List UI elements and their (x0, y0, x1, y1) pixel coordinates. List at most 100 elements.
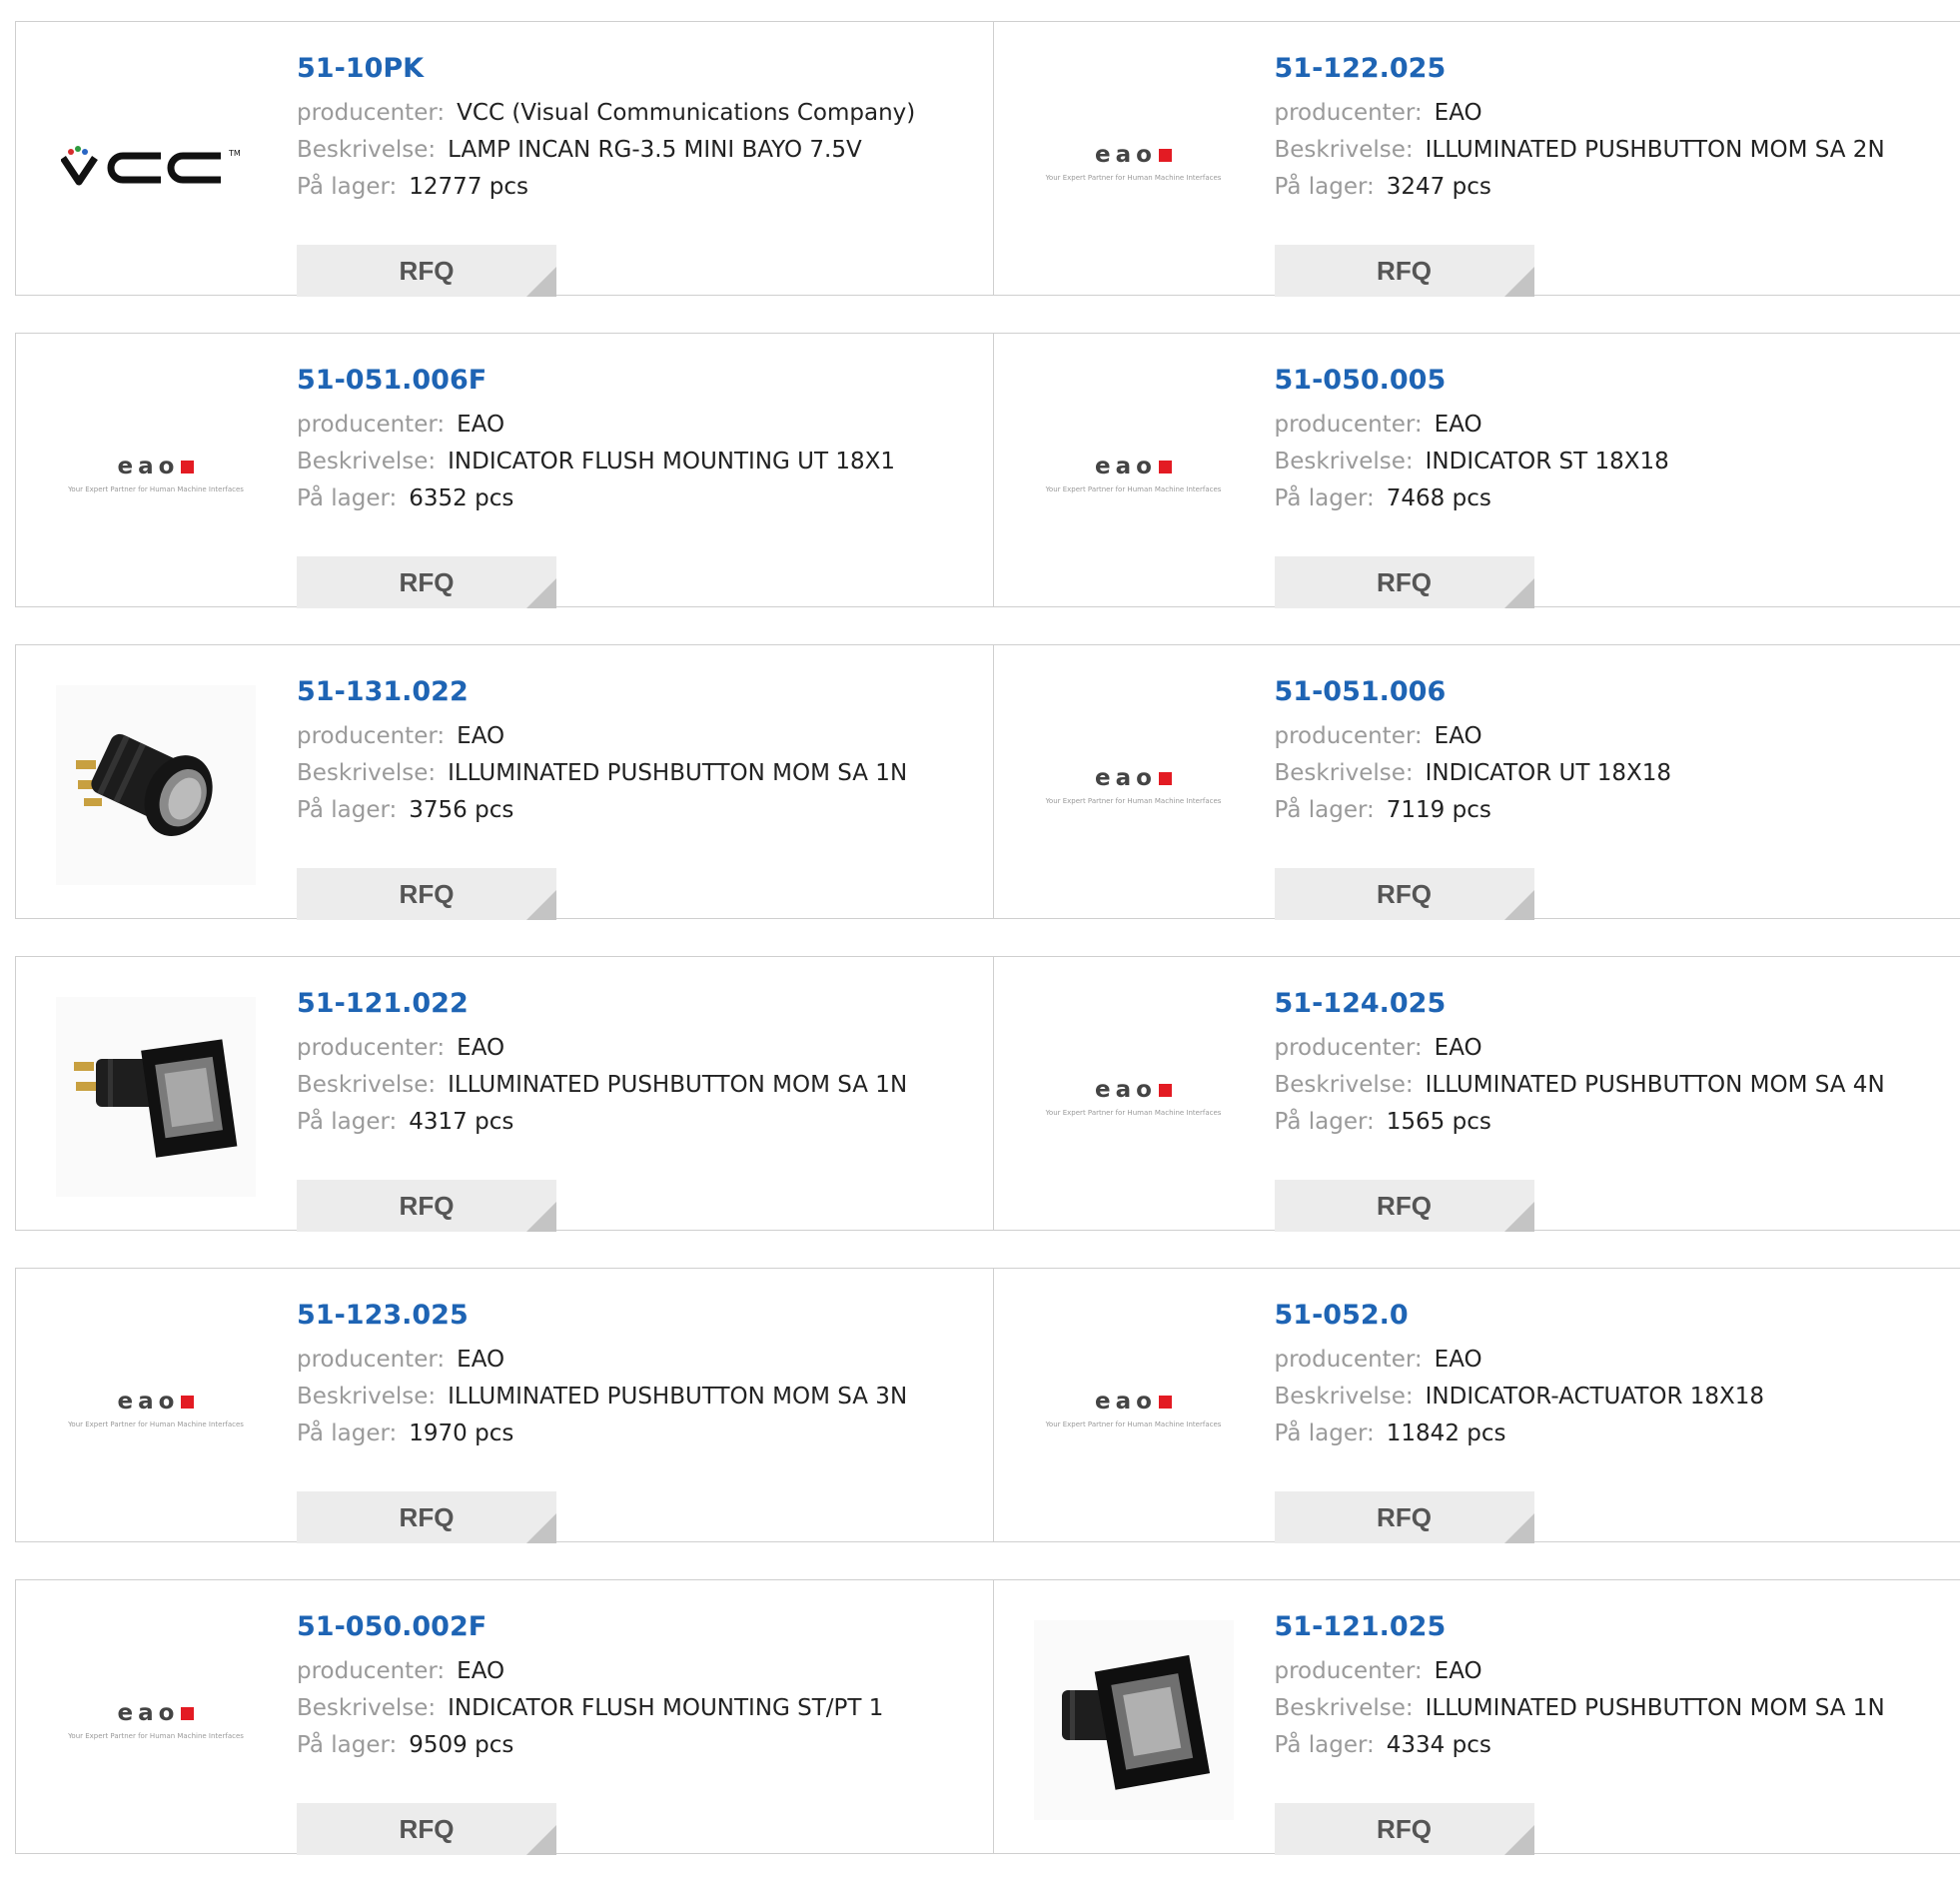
description-value: INDICATOR FLUSH MOUNTING UT 18X1 (448, 449, 895, 474)
product-image[interactable]: eaoYour Expert Partner for Human Machine… (1034, 997, 1234, 1197)
rfq-button[interactable]: RFQ (1275, 1803, 1534, 1855)
stock-row: På lager:3247 pcs (1275, 169, 1960, 206)
corner-fold-icon (1504, 267, 1534, 297)
rfq-button[interactable]: RFQ (1275, 868, 1534, 920)
product-row: eaoYour Expert Partner for Human Machine… (15, 1579, 1960, 1854)
part-number-link[interactable]: 51-123.025 (297, 1299, 993, 1333)
product-card: eaoYour Expert Partner for Human Machine… (993, 1269, 1960, 1541)
part-number-link[interactable]: 51-051.006F (297, 364, 993, 398)
part-number-link[interactable]: 51-131.022 (297, 675, 993, 709)
part-number-link[interactable]: 51-050.002F (297, 1610, 993, 1644)
manufacturer-row: producenter:EAO (297, 1342, 993, 1379)
square-pushbutton-front-photo (1034, 1620, 1234, 1820)
product-image[interactable]: eaoYour Expert Partner for Human Machine… (1034, 374, 1234, 573)
eao-logo-word: eao (1095, 454, 1157, 479)
rfq-button[interactable]: RFQ (297, 868, 556, 920)
eao-red-square-icon (1159, 772, 1172, 785)
manufacturer-row: producenter:EAO (1275, 1653, 1960, 1690)
rfq-label: RFQ (1377, 1502, 1432, 1532)
rfq-button[interactable]: RFQ (1275, 556, 1534, 608)
product-card: eaoYour Expert Partner for Human Machine… (16, 1269, 993, 1541)
manufacturer-value: EAO (1435, 100, 1482, 126)
rfq-label: RFQ (1377, 879, 1432, 909)
eao-logo: eaoYour Expert Partner for Human Machine… (68, 454, 244, 493)
part-number-link[interactable]: 51-050.005 (1275, 364, 1960, 398)
manufacturer-row: producenter:VCC (Visual Communications C… (297, 95, 993, 132)
product-info: 51-124.025 producenter:EAO Beskrivelse:I… (1275, 987, 1960, 1141)
rfq-label: RFQ (400, 1191, 455, 1221)
description-value: INDICATOR ST 18X18 (1426, 449, 1669, 474)
stock-label: På lager: (1275, 797, 1375, 823)
rfq-button[interactable]: RFQ (297, 245, 556, 297)
stock-value: 9509 pcs (409, 1732, 513, 1758)
part-number-link[interactable]: 51-121.022 (297, 987, 993, 1021)
product-image[interactable]: eaoYour Expert Partner for Human Machine… (56, 374, 256, 573)
product-card: eao Your Expert Partner for Human Machine… (993, 645, 1960, 918)
stock-row: På lager:9509 pcs (297, 1727, 993, 1764)
square-pushbutton-photo (56, 997, 256, 1197)
stock-value: 12777 pcs (409, 174, 528, 200)
stock-row: På lager:1970 pcs (297, 1416, 993, 1452)
rfq-button[interactable]: RFQ (297, 1180, 556, 1232)
stock-value: 6352 pcs (409, 485, 513, 511)
stock-row: På lager:1565 pcs (1275, 1104, 1960, 1141)
part-number-link[interactable]: 51-051.006 (1275, 675, 1960, 709)
product-card: eaoYour Expert Partner for Human Machine… (16, 334, 993, 606)
description-label: Beskrivelse: (1275, 137, 1414, 163)
manufacturer-row: producenter:EAO (297, 407, 993, 444)
product-card: eaoYour Expert Partner for Human Machine… (16, 1580, 993, 1853)
round-pushbutton-photo (56, 685, 256, 885)
stock-label: På lager: (297, 797, 397, 823)
manufacturer-value: EAO (457, 723, 504, 749)
stock-row: På lager:4334 pcs (1275, 1727, 1960, 1764)
manufacturer-row: producenter:EAO (1275, 407, 1960, 444)
stock-label: På lager: (1275, 1420, 1375, 1446)
product-row: eaoYour Expert Partner for Human Machine… (15, 333, 1960, 607)
product-image[interactable] (1034, 1620, 1234, 1820)
eao-logo: eao Your Expert Partner for Human Machine… (1046, 765, 1222, 805)
product-info: 51-050.002F producenter:EAO Beskrivelse:… (297, 1610, 993, 1764)
part-number-link[interactable]: 51-121.025 (1275, 1610, 1960, 1644)
rfq-button[interactable]: RFQ (1275, 1180, 1534, 1232)
eao-logo-word: eao (118, 1700, 180, 1726)
rfq-button[interactable]: RFQ (297, 556, 556, 608)
part-number-link[interactable]: 51-124.025 (1275, 987, 1960, 1021)
stock-row: På lager:7468 pcs (1275, 480, 1960, 517)
product-image[interactable]: eaoYour Expert Partner for Human Machine… (56, 1620, 256, 1820)
part-number-link[interactable]: 51-122.025 (1275, 52, 1960, 86)
corner-fold-icon (1504, 1202, 1534, 1232)
rfq-button[interactable]: RFQ (297, 1803, 556, 1855)
product-image[interactable]: eao Your Expert Partner for Human Machine… (1034, 685, 1234, 885)
description-value: INDICATOR-ACTUATOR 18X18 (1426, 1384, 1764, 1410)
product-image[interactable]: eaoYour Expert Partner for Human Machine… (1034, 1309, 1234, 1508)
product-image[interactable]: eaoYour Expert Partner for Human Machine… (56, 1309, 256, 1508)
description-row: Beskrivelse:INDICATOR ST 18X18 (1275, 444, 1960, 480)
description-value: ILLUMINATED PUSHBUTTON MOM SA 1N (448, 760, 907, 786)
manufacturer-label: producenter: (1275, 1035, 1423, 1061)
eao-logo-tagline: Your Expert Partner for Human Machine In… (1046, 1109, 1222, 1117)
product-info: 51-10PK producenter:VCC (Visual Communic… (297, 52, 993, 206)
rfq-button[interactable]: RFQ (1275, 245, 1534, 297)
description-row: Beskrivelse:ILLUMINATED PUSHBUTTON MOM S… (1275, 1067, 1960, 1104)
part-number-link[interactable]: 51-10PK (297, 52, 993, 86)
product-card: eaoYour Expert Partner for Human Machine… (993, 22, 1960, 295)
stock-value: 3247 pcs (1387, 174, 1491, 200)
manufacturer-row: producenter:EAO (297, 1653, 993, 1690)
product-info: 51-051.006F producenter:EAO Beskrivelse:… (297, 364, 993, 517)
stock-value: 4317 pcs (409, 1109, 513, 1135)
product-image[interactable] (56, 997, 256, 1197)
product-image[interactable]: TM (56, 62, 256, 262)
product-image[interactable]: eaoYour Expert Partner for Human Machine… (1034, 62, 1234, 262)
rfq-button[interactable]: RFQ (297, 1491, 556, 1543)
corner-fold-icon (526, 578, 556, 608)
eao-logo-tagline: Your Expert Partner for Human Machine In… (1046, 797, 1222, 805)
description-row: Beskrivelse:ILLUMINATED PUSHBUTTON MOM S… (1275, 1690, 1960, 1727)
eao-red-square-icon (1159, 149, 1172, 162)
eao-logo-word: eao (1095, 765, 1157, 791)
manufacturer-label: producenter: (297, 1347, 445, 1373)
eao-logo: eaoYour Expert Partner for Human Machine… (1046, 142, 1222, 182)
part-number-link[interactable]: 51-052.0 (1275, 1299, 1960, 1333)
rfq-button[interactable]: RFQ (1275, 1491, 1534, 1543)
corner-fold-icon (1504, 1825, 1534, 1855)
product-image[interactable] (56, 685, 256, 885)
